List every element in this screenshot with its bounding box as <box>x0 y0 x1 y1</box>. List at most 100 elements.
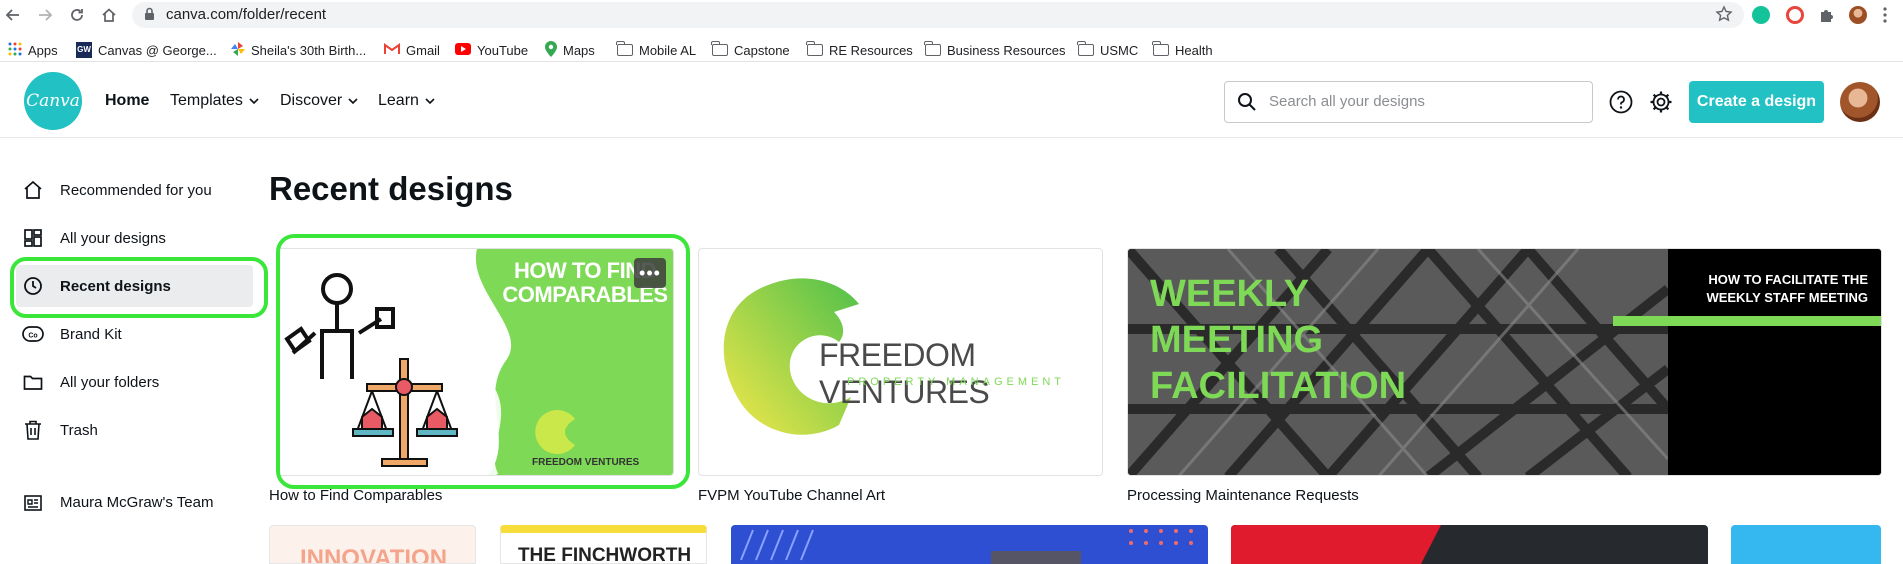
page-title: Recent designs <box>269 170 513 207</box>
bookmark-sheila[interactable]: Sheila's 30th Birth... <box>231 41 366 59</box>
lastpass-extension-icon[interactable] <box>1786 6 1804 24</box>
chevron-down-icon <box>425 97 435 104</box>
search-input[interactable]: Search all your designs <box>1224 81 1593 123</box>
chevron-down-icon <box>348 97 358 104</box>
team-icon <box>22 491 44 513</box>
folder-icon <box>711 41 728 56</box>
thumb-title-line-1: WEEKLY <box>1150 273 1310 315</box>
sidebar-item-all-folders[interactable]: All your folders <box>22 362 252 402</box>
sidebar-item-trash[interactable]: Trash <box>22 410 252 450</box>
settings-gear-icon[interactable] <box>1648 89 1674 115</box>
nav-home[interactable]: Home <box>105 92 149 110</box>
design-card-4[interactable]: INNOVATION <box>269 525 476 564</box>
bookmark-label: Mobile AL <box>639 42 697 58</box>
maps-pin-icon <box>545 40 557 60</box>
logo-text: Canva <box>26 91 80 111</box>
bookmark-capstone[interactable]: Capstone <box>711 41 790 59</box>
nav-label: Discover <box>280 92 343 109</box>
nav-templates[interactable]: Templates <box>170 92 259 110</box>
bookmark-label: Capstone <box>734 42 790 58</box>
trash-icon <box>22 419 44 441</box>
design-card-2[interactable]: FREEDOM VENTURES PROPERTY MANAGEMENT <box>698 248 1103 476</box>
bookmark-label: Health <box>1175 42 1213 58</box>
nav-learn[interactable]: Learn <box>378 92 435 110</box>
sidebar-item-label: Recommended for you <box>60 181 212 199</box>
bookmark-maps[interactable]: Maps <box>545 40 595 60</box>
bookmark-label: Maps <box>563 42 595 58</box>
sidebar-item-label: Trash <box>60 421 98 439</box>
thumb-side-line-1: HOW TO FACILITATE THE <box>1708 272 1868 287</box>
canva-logo[interactable]: Canva <box>24 72 82 130</box>
bookmark-health[interactable]: Health <box>1152 41 1213 59</box>
browser-menu-icon[interactable] <box>1882 6 1900 24</box>
app-header: Canva Home Templates Discover Learn Sear… <box>0 62 1903 138</box>
nav-label: Templates <box>170 92 243 109</box>
url-text[interactable]: canva.com/folder/recent <box>166 6 326 23</box>
design-card-6[interactable] <box>731 525 1208 564</box>
bookmark-apps[interactable]: Apps <box>8 41 58 59</box>
design-thumbnail <box>740 529 1193 564</box>
bookmark-usmc[interactable]: USMC <box>1077 41 1139 59</box>
apps-grid-icon <box>8 42 22 59</box>
design-card-8[interactable] <box>1731 525 1881 564</box>
bookmark-star-icon[interactable] <box>1715 5 1733 28</box>
design-caption[interactable]: Processing Maintenance Requests <box>1127 487 1359 504</box>
bookmarks-bar: Apps GW Canvas @ George... Sheila's 30th… <box>0 36 1903 62</box>
gmail-icon <box>384 42 400 58</box>
highlight-outline <box>10 257 268 318</box>
folder-icon <box>924 41 941 56</box>
pinwheel-icon <box>231 41 245 59</box>
highlight-outline <box>276 234 690 489</box>
back-arrow-icon[interactable] <box>2 4 24 26</box>
design-card-3[interactable]: WEEKLY MEETING FACILITATION HOW TO FACIL… <box>1127 248 1882 476</box>
thumb-side-text: HOW TO FACILITATE THE WEEKLY STAFF MEETI… <box>1688 271 1868 307</box>
folder-icon <box>616 41 633 56</box>
url-field[interactable] <box>132 2 1744 28</box>
nav-label: Learn <box>378 92 419 109</box>
bookmark-re-resources[interactable]: RE Resources <box>806 41 913 59</box>
design-caption[interactable]: FVPM YouTube Channel Art <box>698 487 885 504</box>
extensions-puzzle-icon[interactable] <box>1818 6 1836 24</box>
sidebar-item-label: Maura McGraw's Team <box>60 493 214 511</box>
svg-text:Co: Co <box>28 333 37 340</box>
reload-icon[interactable] <box>66 4 88 26</box>
bookmark-label: Apps <box>28 42 58 58</box>
bookmark-label: Canvas @ George... <box>98 42 217 58</box>
bookmark-canvas[interactable]: GW Canvas @ George... <box>76 41 217 59</box>
profile-avatar-icon[interactable] <box>1849 6 1867 24</box>
folder-icon <box>22 371 44 393</box>
thumb-tagline-text: PROPERTY MANAGEMENT <box>847 376 1066 388</box>
lock-icon <box>144 7 155 26</box>
sidebar-item-label: All your designs <box>60 229 166 247</box>
create-design-button[interactable]: Create a design <box>1689 81 1824 123</box>
thumb-title-line-3: FACILITATION <box>1150 365 1407 407</box>
bookmark-youtube[interactable]: YouTube <box>455 41 528 59</box>
grammarly-extension-icon[interactable] <box>1752 6 1770 24</box>
thumb-text: THE FINCHWORTH <box>517 545 692 564</box>
design-thumbnail <box>1231 525 1441 564</box>
bookmark-label: Sheila's 30th Birth... <box>251 42 367 58</box>
home-browser-icon[interactable] <box>98 4 120 26</box>
bookmark-business-resources[interactable]: Business Resources <box>924 41 1066 59</box>
nav-label: Home <box>105 92 150 109</box>
chevron-down-icon <box>249 97 259 104</box>
sidebar-item-all-designs[interactable]: All your designs <box>22 218 252 258</box>
help-icon[interactable] <box>1608 89 1634 115</box>
sidebar-team[interactable]: Maura McGraw's Team <box>22 482 252 522</box>
sidebar-item-brand-kit[interactable]: Co Brand Kit <box>22 314 252 354</box>
design-caption[interactable]: How to Find Comparables <box>269 487 442 504</box>
nav-discover[interactable]: Discover <box>280 92 358 110</box>
browser-address-bar: canva.com/folder/recent <box>0 0 1903 30</box>
bookmark-label: USMC <box>1100 42 1139 58</box>
thumb-side-line-2: WEEKLY STAFF MEETING <box>1706 290 1868 305</box>
thumb-text: INNOVATION <box>299 545 448 564</box>
bookmark-mobile-al[interactable]: Mobile AL <box>616 41 697 59</box>
youtube-icon <box>455 42 471 58</box>
sidebar-item-label: All your folders <box>60 373 160 391</box>
sidebar-item-recommended[interactable]: Recommended for you <box>22 170 252 210</box>
bookmark-gmail[interactable]: Gmail <box>384 41 440 59</box>
forward-arrow-icon[interactable] <box>34 4 56 26</box>
user-avatar[interactable] <box>1840 82 1880 122</box>
design-card-7[interactable] <box>1231 525 1708 564</box>
design-card-5[interactable]: THE FINCHWORTH <box>500 525 707 564</box>
